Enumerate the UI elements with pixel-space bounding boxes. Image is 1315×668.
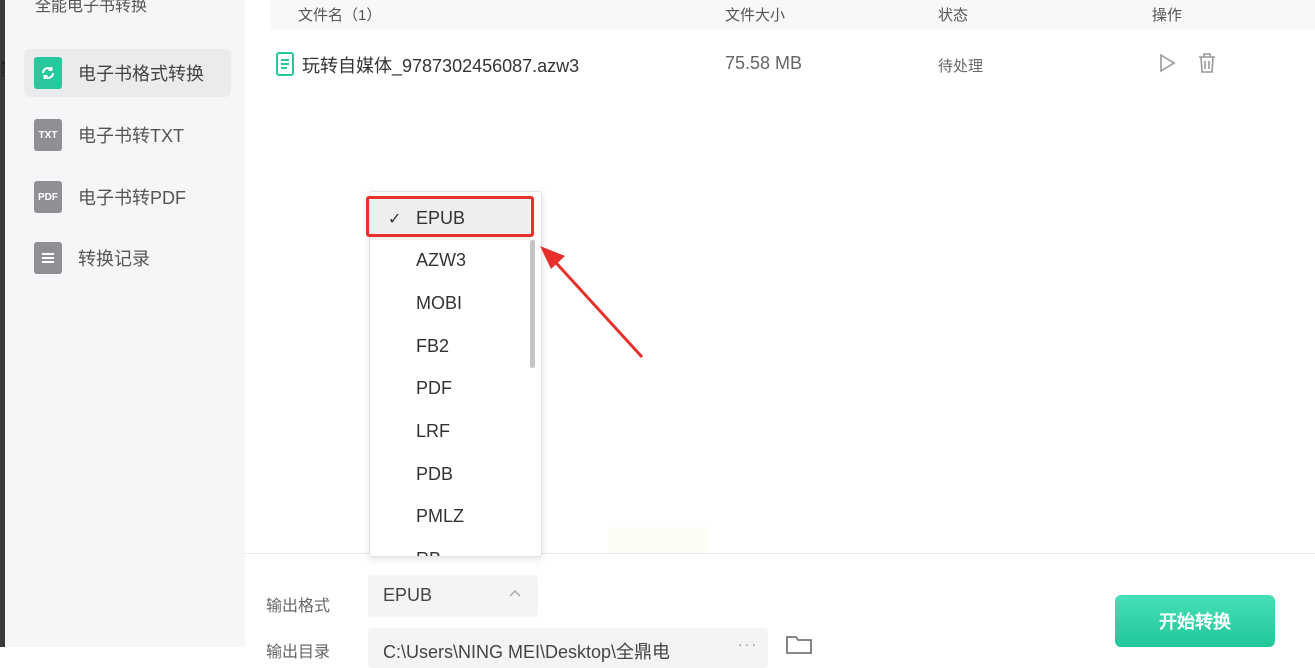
dropdown-option-azw3[interactable]: AZW3 (370, 240, 530, 282)
option-label: PDB (416, 464, 454, 484)
file-status: 待处理 (938, 58, 984, 75)
highlight-box (366, 196, 534, 237)
file-size: 75.58 MB (725, 53, 803, 73)
dropdown-scrollbar[interactable] (530, 240, 535, 368)
dropdown-option-lrf[interactable]: LRF (370, 411, 530, 453)
sidebar: 全能电子书转换 电子书格式转换 TXT 电子书转TXT PDF 电子书转PDF … (5, 0, 245, 647)
option-label: LRF (416, 421, 451, 441)
file-name: 玩转自媒体_9787302456087.azw3 (302, 56, 580, 76)
table-header: 文件名（1） 文件大小 状态 操作 (270, 0, 1315, 30)
faint-overlay (608, 527, 708, 553)
option-label: PMLZ (416, 506, 465, 526)
header-file-name: 文件名（1） (298, 7, 382, 24)
txt-file-icon: TXT (34, 119, 62, 151)
trash-icon[interactable] (1197, 52, 1217, 79)
sidebar-item-label: 电子书转PDF (78, 188, 186, 208)
start-convert-button[interactable]: 开始转换 (1115, 595, 1275, 647)
output-dir-label: 输出目录 (266, 644, 331, 661)
output-format-select[interactable]: EPUB (368, 575, 538, 617)
header-action: 操作 (1152, 7, 1183, 24)
dropdown-option-pmlz[interactable]: PMLZ (370, 496, 530, 538)
option-label: PDF (416, 378, 452, 398)
option-label: AZW3 (416, 250, 467, 270)
output-dir-field[interactable]: C:\Users\NING MEI\Desktop\全鼎电 ··· (368, 628, 768, 668)
option-label: RB (416, 549, 441, 556)
format-dropdown-menu: ✓ EPUB AZW3 MOBI FB2 PDF LRF PDB PMLZ RB (369, 191, 542, 557)
sidebar-item-label: 电子书格式转换 (78, 64, 204, 84)
dropdown-option-fb2[interactable]: FB2 (370, 326, 530, 368)
record-list-icon (34, 242, 62, 274)
app-title-partial: 全能电子书转换 (35, 0, 148, 15)
dropdown-option-pdb[interactable]: PDB (370, 454, 530, 496)
header-file-size: 文件大小 (725, 7, 786, 24)
sidebar-item-label: 电子书转TXT (78, 126, 184, 146)
dropdown-option-mobi[interactable]: MOBI (370, 283, 530, 325)
pdf-file-icon: PDF (34, 181, 62, 213)
play-icon[interactable] (1157, 52, 1177, 79)
option-label: MOBI (416, 293, 463, 313)
sidebar-item-format-convert[interactable]: 电子书格式转换 (24, 49, 231, 97)
output-format-label: 输出格式 (266, 598, 331, 615)
dropdown-option-pdf[interactable]: PDF (370, 368, 530, 410)
option-label: FB2 (416, 336, 450, 356)
sidebar-item-label: 转换记录 (78, 249, 150, 269)
sidebar-item-to-pdf[interactable]: PDF 电子书转PDF (24, 173, 231, 221)
refresh-book-icon (34, 57, 62, 89)
output-format-value: EPUB (383, 585, 433, 605)
more-dots: ··· (738, 636, 758, 652)
output-dir-value: C:\Users\NING MEI\Desktop\全鼎电 (383, 642, 671, 662)
document-icon (275, 52, 295, 81)
sidebar-item-to-txt[interactable]: TXT 电子书转TXT (24, 111, 231, 159)
header-status: 状态 (938, 7, 969, 24)
dropdown-option-rb[interactable]: RB (370, 539, 530, 556)
chevron-up-icon (508, 587, 522, 606)
sidebar-item-records[interactable]: 转换记录 (24, 234, 231, 282)
